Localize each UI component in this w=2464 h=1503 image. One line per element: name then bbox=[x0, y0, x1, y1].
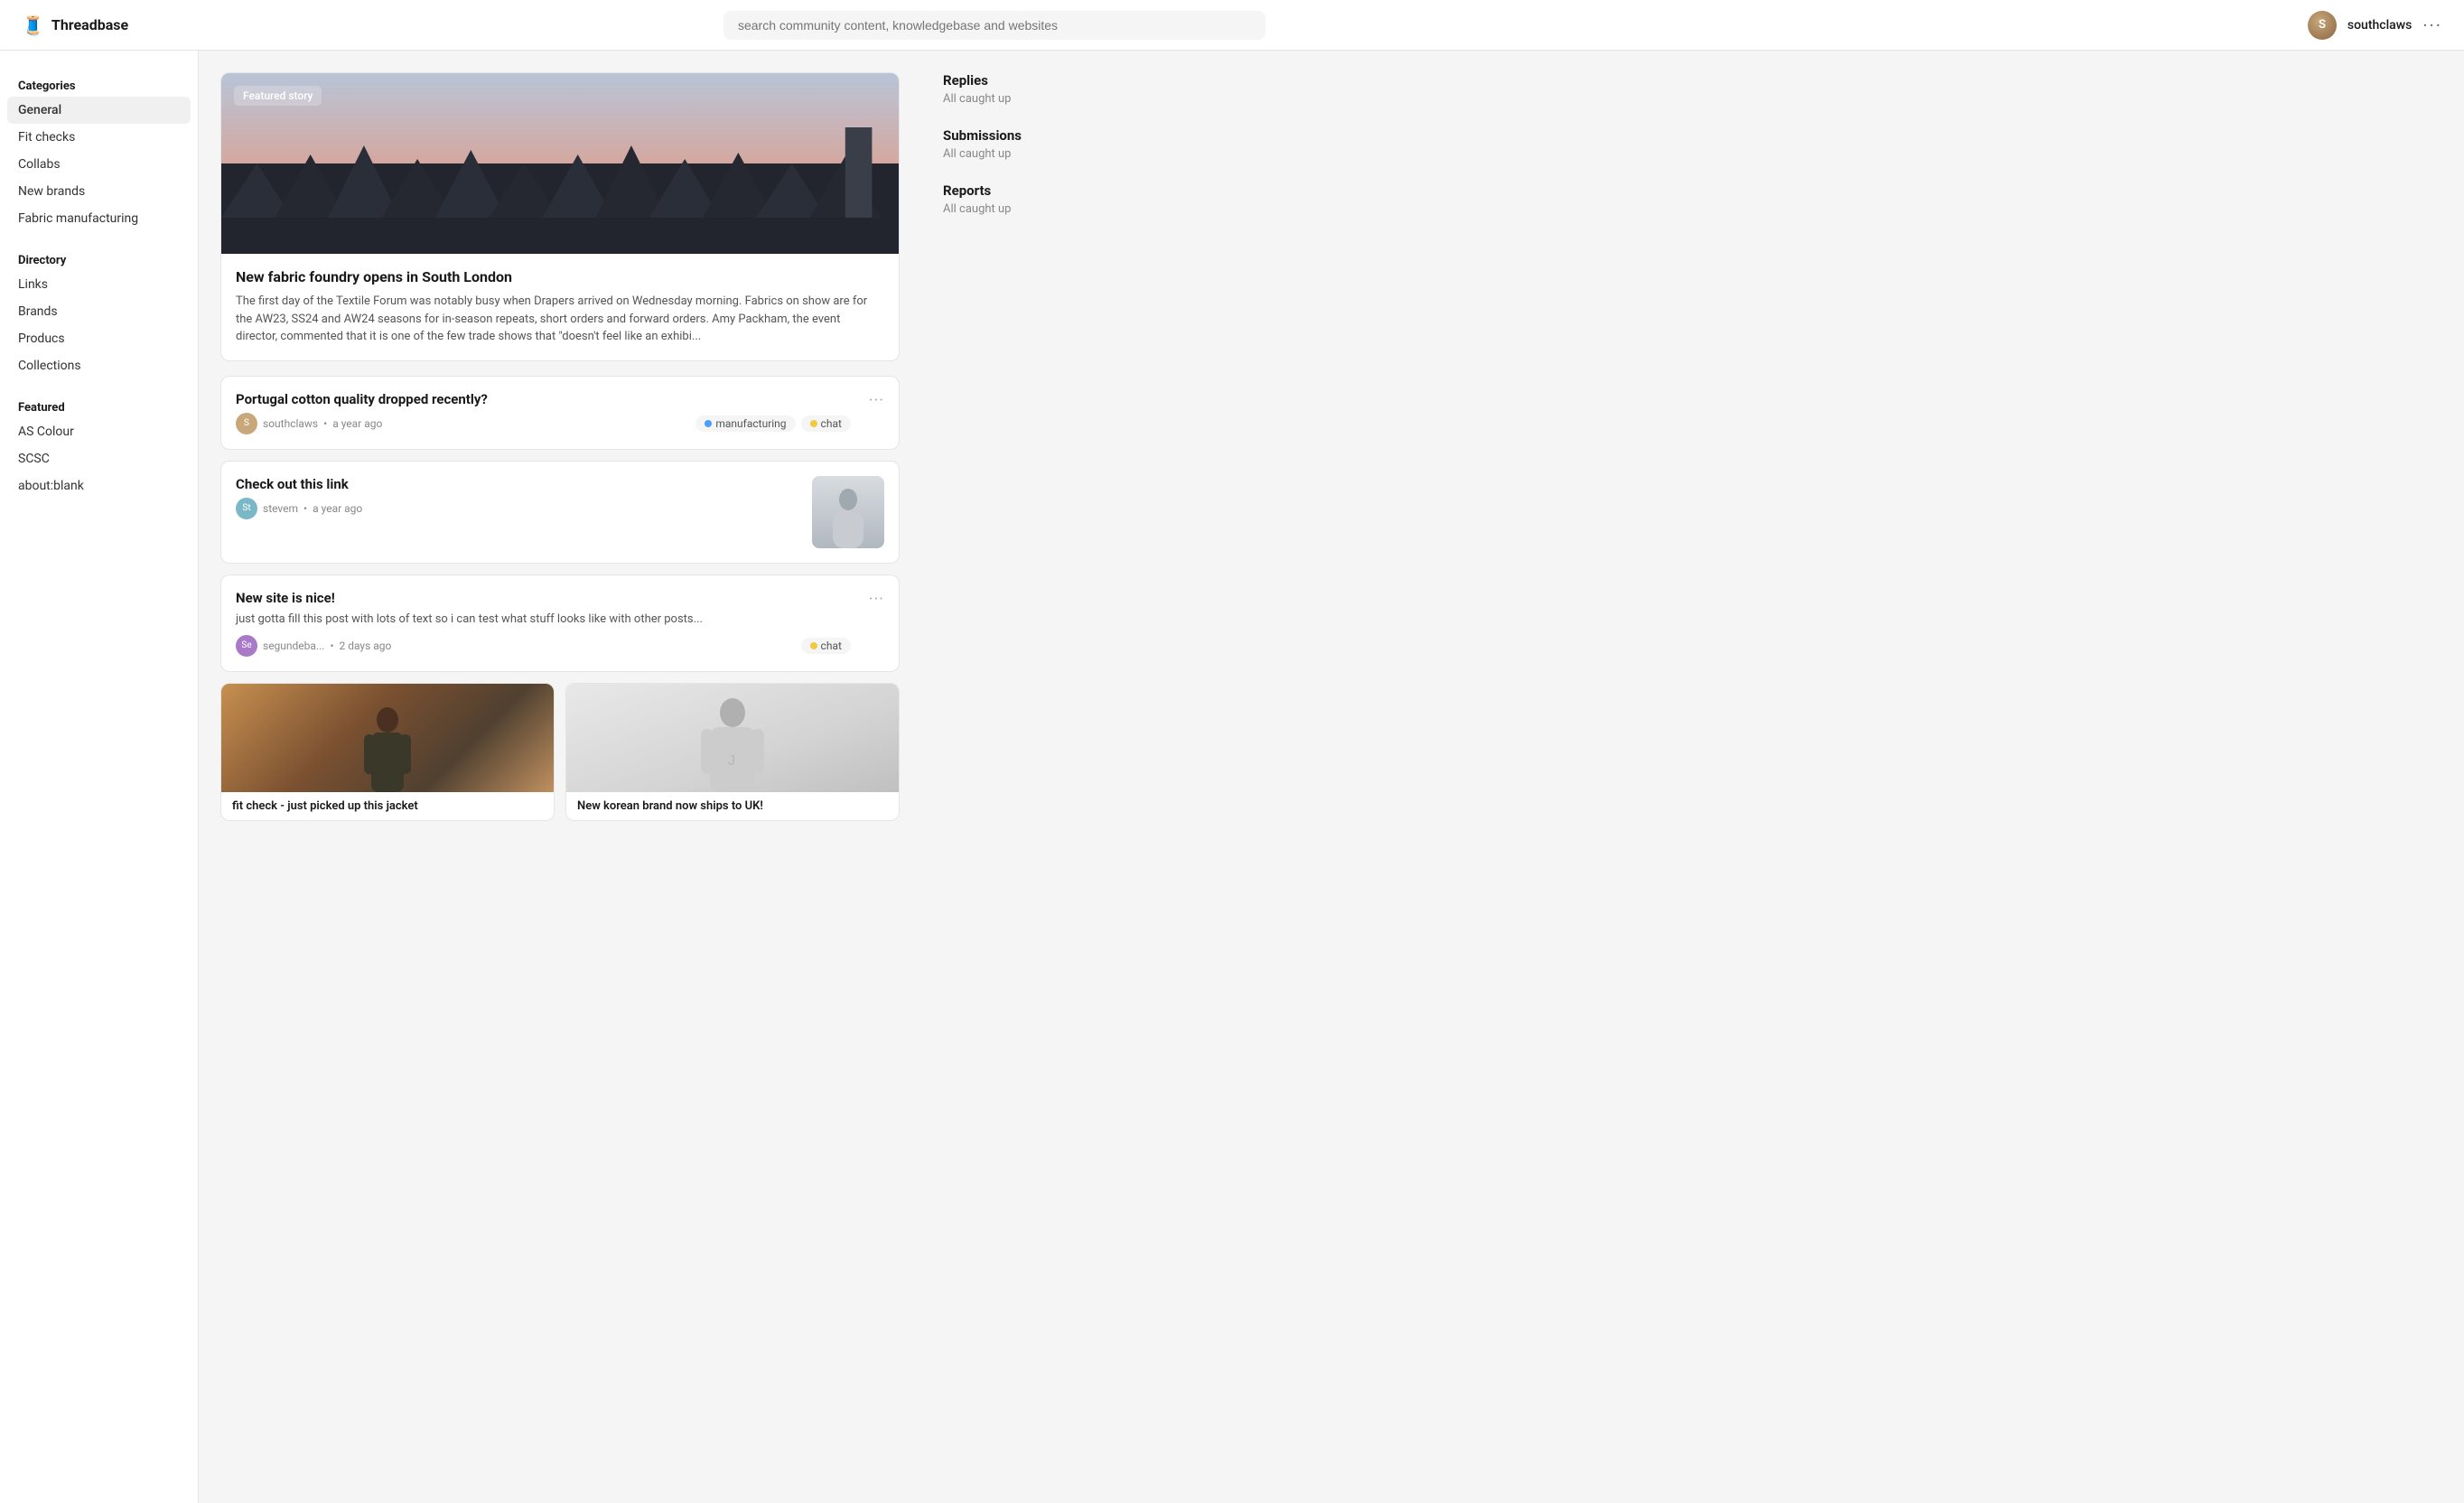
sidebar-item-about-blank[interactable]: about:blank bbox=[0, 472, 198, 499]
image-grid: fit check - just picked up this jacket J bbox=[220, 683, 900, 821]
search-input[interactable] bbox=[723, 11, 1265, 40]
post-tags: chat bbox=[801, 638, 851, 654]
tag-dot-blue bbox=[705, 420, 712, 427]
post-time: a year ago bbox=[313, 502, 362, 515]
post-meta: Se segundeba... • 2 days ago chat bbox=[236, 635, 851, 657]
post-main: Portugal cotton quality dropped recently… bbox=[236, 391, 851, 434]
featured-card-body: New fabric foundry opens in South London… bbox=[221, 254, 899, 360]
featured-group: Featured AS Colour SCSC about:blank bbox=[0, 394, 198, 499]
featured-title: Featured bbox=[0, 394, 198, 418]
tag-dot-yellow-2 bbox=[810, 642, 817, 649]
brand-name: Threadbase bbox=[51, 16, 128, 33]
sidebar-item-general[interactable]: General bbox=[7, 97, 191, 124]
image-card-fit-check[interactable]: fit check - just picked up this jacket bbox=[220, 683, 555, 821]
username-label: southclaws bbox=[2347, 18, 2412, 33]
brand-logo[interactable]: 🧵 Threadbase bbox=[22, 14, 202, 36]
featured-card-desc: The first day of the Textile Forum was n… bbox=[236, 293, 884, 346]
avatar[interactable]: S bbox=[2308, 11, 2337, 40]
post-card-portugal-cotton[interactable]: Portugal cotton quality dropped recently… bbox=[220, 376, 900, 450]
featured-story-card[interactable]: Featured story New fabric foundry opens … bbox=[220, 72, 900, 361]
replies-title: Replies bbox=[943, 72, 1153, 89]
post-row: Check out this link St stevem • a year a… bbox=[236, 476, 884, 548]
more-options-button[interactable]: ··· bbox=[2422, 14, 2442, 36]
reports-status: All caught up bbox=[943, 202, 1153, 216]
post-more-button[interactable]: ··· bbox=[869, 391, 884, 410]
sidebar-item-fabric-manufacturing[interactable]: Fabric manufacturing bbox=[0, 205, 198, 232]
post-author-avatar: St bbox=[236, 498, 257, 519]
directory-group: Directory Links Brands Producs Collectio… bbox=[0, 247, 198, 379]
featured-story-image: Featured story bbox=[221, 73, 899, 254]
submissions-title: Submissions bbox=[943, 127, 1153, 144]
post-title: Portugal cotton quality dropped recently… bbox=[236, 391, 851, 407]
main-content: Featured story New fabric foundry opens … bbox=[199, 51, 921, 1503]
post-body: just gotta fill this post with lots of t… bbox=[236, 611, 851, 628]
post-time: a year ago bbox=[332, 417, 382, 430]
topnav-right: S southclaws ··· bbox=[2308, 11, 2442, 40]
sidebar-item-as-colour[interactable]: AS Colour bbox=[0, 418, 198, 445]
directory-title: Directory bbox=[0, 247, 198, 271]
topnav: 🧵 Threadbase S southclaws ··· bbox=[0, 0, 2464, 51]
post-meta: St stevem • a year ago bbox=[236, 498, 801, 519]
person-icon bbox=[826, 485, 871, 548]
right-panel: Replies All caught up Submissions All ca… bbox=[921, 51, 1174, 1503]
brand-icon: 🧵 bbox=[22, 14, 44, 36]
person-hoodie-icon: J bbox=[701, 693, 764, 792]
post-card-check-link[interactable]: Check out this link St stevem • a year a… bbox=[220, 461, 900, 564]
main-layout: Categories General Fit checks Collabs Ne… bbox=[0, 51, 2464, 1503]
tag-dot-yellow bbox=[810, 420, 817, 427]
sidebar-item-collabs[interactable]: Collabs bbox=[0, 151, 198, 178]
post-meta-dot: • bbox=[330, 639, 333, 652]
post-author-avatar: Se bbox=[236, 635, 257, 657]
sidebar-item-producs[interactable]: Producs bbox=[0, 325, 198, 352]
image-card-label: fit check - just picked up this jacket bbox=[221, 792, 554, 820]
featured-badge: Featured story bbox=[234, 86, 322, 106]
sidebar: Categories General Fit checks Collabs Ne… bbox=[0, 51, 199, 1503]
person-jacket-icon bbox=[360, 702, 415, 792]
sidebar-item-collections[interactable]: Collections bbox=[0, 352, 198, 379]
sidebar-item-brands[interactable]: Brands bbox=[0, 298, 198, 325]
replies-section: Replies All caught up bbox=[943, 72, 1153, 106]
replies-status: All caught up bbox=[943, 92, 1153, 106]
post-author: stevem bbox=[263, 502, 298, 515]
post-main: Check out this link St stevem • a year a… bbox=[236, 476, 801, 519]
post-title: Check out this link bbox=[236, 476, 801, 492]
featured-card-title: New fabric foundry opens in South London bbox=[236, 268, 884, 285]
reports-section: Reports All caught up bbox=[943, 182, 1153, 216]
post-meta: S southclaws • a year ago manufacturing bbox=[236, 413, 851, 434]
building-svg bbox=[221, 127, 899, 254]
post-author: southclaws bbox=[263, 417, 318, 430]
post-tags: manufacturing chat bbox=[695, 415, 851, 432]
tag-chat: chat bbox=[801, 415, 851, 432]
reports-title: Reports bbox=[943, 182, 1153, 199]
sidebar-item-scsc[interactable]: SCSC bbox=[0, 445, 198, 472]
post-author-avatar: S bbox=[236, 413, 257, 434]
post-author: segundeba... bbox=[263, 639, 324, 652]
post-meta-dot: • bbox=[323, 417, 327, 430]
post-main: New site is nice! just gotta fill this p… bbox=[236, 590, 851, 657]
sidebar-item-links[interactable]: Links bbox=[0, 271, 198, 298]
image-card-korean-brand[interactable]: J New korean brand now ships to UK! bbox=[565, 683, 900, 821]
post-title: New site is nice! bbox=[236, 590, 851, 606]
sidebar-item-new-brands[interactable]: New brands bbox=[0, 178, 198, 205]
tag-manufacturing: manufacturing bbox=[695, 415, 795, 432]
categories-group: Categories General Fit checks Collabs Ne… bbox=[0, 72, 198, 232]
categories-title: Categories bbox=[0, 72, 198, 97]
post-card-new-site[interactable]: New site is nice! just gotta fill this p… bbox=[220, 574, 900, 672]
post-meta-dot: • bbox=[303, 502, 307, 515]
post-row: Portugal cotton quality dropped recently… bbox=[236, 391, 884, 434]
post-more-button[interactable]: ··· bbox=[869, 590, 884, 609]
post-row: New site is nice! just gotta fill this p… bbox=[236, 590, 884, 657]
tag-chat-2: chat bbox=[801, 638, 851, 654]
post-time: 2 days ago bbox=[340, 639, 392, 652]
image-card-label: New korean brand now ships to UK! bbox=[566, 792, 899, 820]
submissions-status: All caught up bbox=[943, 147, 1153, 161]
submissions-section: Submissions All caught up bbox=[943, 127, 1153, 161]
post-thumbnail bbox=[812, 476, 884, 548]
svg-text:J: J bbox=[728, 753, 735, 769]
sidebar-item-fit-checks[interactable]: Fit checks bbox=[0, 124, 198, 151]
